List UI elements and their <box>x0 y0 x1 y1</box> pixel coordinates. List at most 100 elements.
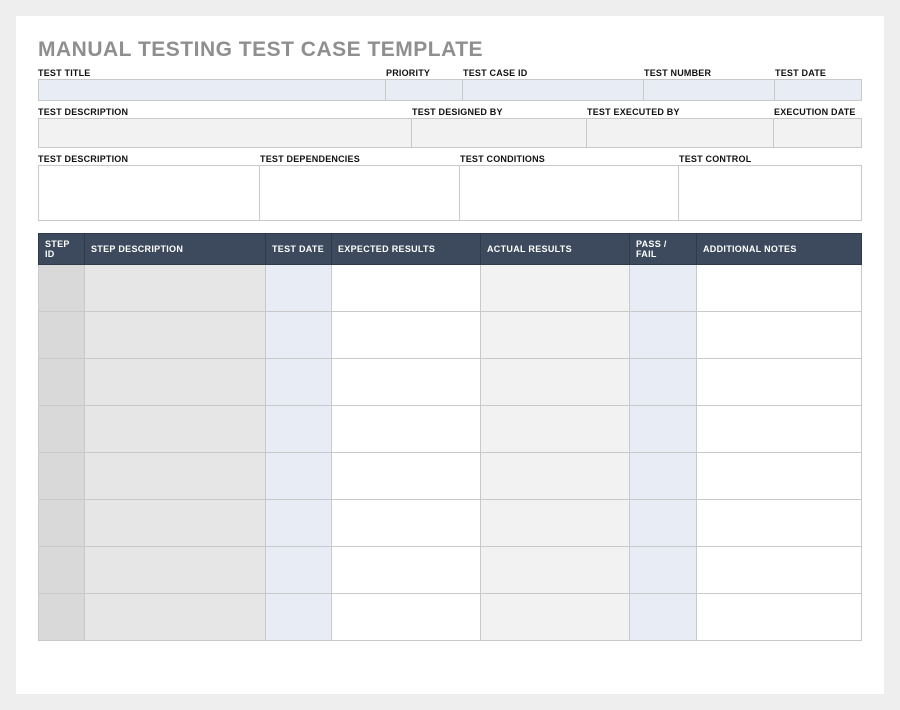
field-test-number[interactable] <box>644 79 775 101</box>
cell-step-id[interactable] <box>39 453 85 500</box>
cell-step-id[interactable] <box>39 312 85 359</box>
cell-additional-notes[interactable] <box>697 265 862 312</box>
cell-step-description[interactable] <box>85 406 266 453</box>
col-pass-fail: PASS / FAIL <box>630 234 697 265</box>
label-test-executed-by: TEST EXECUTED BY <box>587 107 774 117</box>
label-priority: PRIORITY <box>386 68 463 78</box>
cell-actual-results[interactable] <box>481 406 630 453</box>
cell-pass-fail[interactable] <box>630 265 697 312</box>
steps-header-row: STEP ID STEP DESCRIPTION TEST DATE EXPEC… <box>39 234 862 265</box>
cell-expected-results[interactable] <box>332 359 481 406</box>
cell-pass-fail[interactable] <box>630 359 697 406</box>
col-expected-results: EXPECTED RESULTS <box>332 234 481 265</box>
cell-step-id[interactable] <box>39 594 85 641</box>
cell-test-date[interactable] <box>266 406 332 453</box>
steps-table: STEP ID STEP DESCRIPTION TEST DATE EXPEC… <box>38 233 862 641</box>
label-test-conditions: TEST CONDITIONS <box>460 154 679 164</box>
cell-actual-results[interactable] <box>481 594 630 641</box>
label-test-date: TEST DATE <box>775 68 862 78</box>
cell-pass-fail[interactable] <box>630 500 697 547</box>
cell-test-date[interactable] <box>266 500 332 547</box>
cell-step-description[interactable] <box>85 453 266 500</box>
meta-row-1: TEST TITLE PRIORITY TEST CASE ID TEST NU… <box>38 68 862 101</box>
table-row <box>39 594 862 641</box>
cell-actual-results[interactable] <box>481 265 630 312</box>
table-row <box>39 359 862 406</box>
field-test-designed-by[interactable] <box>412 118 587 148</box>
cell-step-description[interactable] <box>85 265 266 312</box>
table-row <box>39 312 862 359</box>
cell-pass-fail[interactable] <box>630 453 697 500</box>
cell-step-id[interactable] <box>39 359 85 406</box>
cell-step-description[interactable] <box>85 312 266 359</box>
field-execution-date[interactable] <box>774 118 862 148</box>
table-row <box>39 547 862 594</box>
cell-actual-results[interactable] <box>481 547 630 594</box>
cell-actual-results[interactable] <box>481 359 630 406</box>
field-test-control[interactable] <box>679 165 862 221</box>
field-test-dependencies[interactable] <box>260 165 460 221</box>
label-test-designed-by: TEST DESIGNED BY <box>412 107 587 117</box>
cell-step-id[interactable] <box>39 500 85 547</box>
field-test-conditions[interactable] <box>460 165 679 221</box>
cell-test-date[interactable] <box>266 547 332 594</box>
cell-test-date[interactable] <box>266 594 332 641</box>
cell-step-description[interactable] <box>85 594 266 641</box>
cell-test-date[interactable] <box>266 312 332 359</box>
field-priority[interactable] <box>386 79 463 101</box>
field-test-executed-by[interactable] <box>587 118 774 148</box>
cell-actual-results[interactable] <box>481 453 630 500</box>
cell-step-description[interactable] <box>85 500 266 547</box>
col-step-description: STEP DESCRIPTION <box>85 234 266 265</box>
cell-expected-results[interactable] <box>332 406 481 453</box>
col-test-date: TEST DATE <box>266 234 332 265</box>
cell-step-description[interactable] <box>85 359 266 406</box>
cell-expected-results[interactable] <box>332 312 481 359</box>
cell-additional-notes[interactable] <box>697 547 862 594</box>
label-test-title: TEST TITLE <box>38 68 386 78</box>
col-step-id: STEP ID <box>39 234 85 265</box>
cell-pass-fail[interactable] <box>630 547 697 594</box>
cell-pass-fail[interactable] <box>630 594 697 641</box>
col-actual-results: ACTUAL RESULTS <box>481 234 630 265</box>
cell-pass-fail[interactable] <box>630 406 697 453</box>
table-row <box>39 406 862 453</box>
field-test-description-2[interactable] <box>38 118 412 148</box>
cell-step-description[interactable] <box>85 547 266 594</box>
cell-test-date[interactable] <box>266 359 332 406</box>
field-test-date[interactable] <box>775 79 862 101</box>
cell-additional-notes[interactable] <box>697 406 862 453</box>
cell-expected-results[interactable] <box>332 500 481 547</box>
cell-additional-notes[interactable] <box>697 312 862 359</box>
field-test-description-3[interactable] <box>38 165 260 221</box>
cell-additional-notes[interactable] <box>697 500 862 547</box>
cell-additional-notes[interactable] <box>697 453 862 500</box>
page-title: MANUAL TESTING TEST CASE TEMPLATE <box>38 38 862 62</box>
table-row <box>39 453 862 500</box>
cell-pass-fail[interactable] <box>630 312 697 359</box>
field-test-title[interactable] <box>38 79 386 101</box>
label-test-dependencies: TEST DEPENDENCIES <box>260 154 460 164</box>
cell-additional-notes[interactable] <box>697 359 862 406</box>
cell-expected-results[interactable] <box>332 265 481 312</box>
cell-expected-results[interactable] <box>332 547 481 594</box>
meta-row-3: TEST DESCRIPTION TEST DEPENDENCIES TEST … <box>38 154 862 221</box>
template-page: MANUAL TESTING TEST CASE TEMPLATE TEST T… <box>16 16 884 694</box>
cell-actual-results[interactable] <box>481 500 630 547</box>
meta-row-2: TEST DESCRIPTION TEST DESIGNED BY TEST E… <box>38 107 862 148</box>
cell-step-id[interactable] <box>39 265 85 312</box>
col-additional-notes: ADDITIONAL NOTES <box>697 234 862 265</box>
cell-actual-results[interactable] <box>481 312 630 359</box>
label-test-number: TEST NUMBER <box>644 68 775 78</box>
cell-expected-results[interactable] <box>332 453 481 500</box>
cell-test-date[interactable] <box>266 265 332 312</box>
table-row <box>39 500 862 547</box>
cell-step-id[interactable] <box>39 406 85 453</box>
cell-expected-results[interactable] <box>332 594 481 641</box>
field-test-case-id[interactable] <box>463 79 644 101</box>
cell-test-date[interactable] <box>266 453 332 500</box>
cell-step-id[interactable] <box>39 547 85 594</box>
table-row <box>39 265 862 312</box>
label-test-description-2: TEST DESCRIPTION <box>38 107 412 117</box>
cell-additional-notes[interactable] <box>697 594 862 641</box>
